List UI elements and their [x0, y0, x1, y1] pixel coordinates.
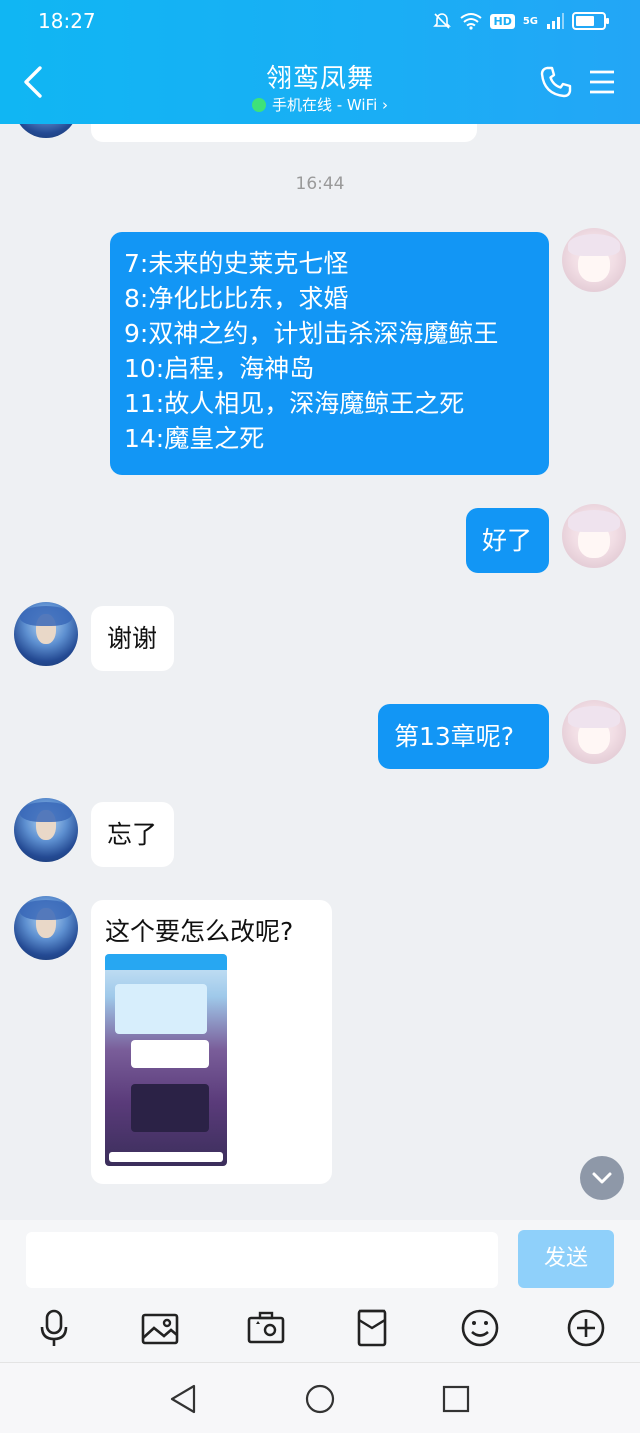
thumb-image — [115, 984, 207, 1034]
thumb-image — [131, 1084, 209, 1132]
message-bubble-ch13[interactable]: 第13章呢? — [378, 704, 549, 769]
chat-area[interactable]: 16:44 7:未来的史莱克七怪 8:净化比比东，求婚 9:双神之约，计划击杀深… — [0, 124, 640, 1220]
contact-avatar[interactable] — [14, 798, 78, 862]
chevron-down-icon — [592, 1172, 612, 1184]
header: 18:27 HD 5G 翎鸾凤舞 手机在线 - WiFi › — [0, 0, 640, 124]
contact-avatar[interactable] — [14, 124, 78, 138]
message-text: 这个要怎么改呢? — [105, 917, 294, 946]
emoji-icon[interactable] — [460, 1308, 500, 1348]
mic-icon[interactable] — [34, 1308, 74, 1348]
online-dot — [251, 98, 266, 112]
nav-recents-icon[interactable] — [440, 1383, 472, 1415]
screenshot-thumbnail[interactable] — [105, 954, 227, 1166]
message-input[interactable] — [26, 1232, 498, 1288]
self-avatar[interactable] — [562, 504, 626, 568]
message-bubble-partial[interactable] — [91, 124, 477, 142]
mute-icon — [433, 13, 452, 29]
hd-badge: HD — [490, 13, 515, 29]
camera-icon[interactable] — [246, 1308, 286, 1348]
battery-icon — [572, 12, 609, 30]
message-line: 11:故人相见，深海魔鲸王之死 — [124, 389, 465, 418]
battery-fill — [576, 16, 595, 26]
status-icons: HD 5G — [432, 10, 609, 32]
system-nav-bar — [0, 1362, 640, 1433]
input-area: 发送 — [0, 1220, 640, 1362]
message-bubble-image[interactable]: 这个要怎么改呢? — [91, 900, 332, 1184]
wifi-icon — [460, 13, 483, 30]
message-line: 8:净化比比东，求婚 — [124, 284, 349, 313]
scroll-to-bottom-button[interactable] — [580, 1156, 624, 1200]
status-time: 18:27 — [38, 9, 96, 33]
contact-avatar[interactable] — [14, 896, 78, 960]
self-avatar[interactable] — [562, 700, 626, 764]
thumb-input — [109, 1152, 223, 1162]
network-label: 5G — [522, 15, 538, 27]
message-bubble-thanks[interactable]: 谢谢 — [91, 606, 174, 671]
message-line: 10:启程，海神岛 — [124, 354, 315, 383]
contact-avatar[interactable] — [14, 602, 78, 666]
send-button[interactable]: 发送 — [518, 1230, 614, 1288]
message-bubble-forgot[interactable]: 忘了 — [91, 802, 174, 867]
plus-icon[interactable] — [566, 1308, 606, 1348]
nav-home-icon[interactable] — [304, 1383, 336, 1415]
status-bar: 18:27 HD 5G — [0, 0, 640, 44]
subtitle-text: 手机在线 - WiFi › — [271, 96, 389, 114]
signal-icon — [547, 13, 564, 29]
message-bubble-list[interactable]: 7:未来的史莱克七怪 8:净化比比东，求婚 9:双神之约，计划击杀深海魔鲸王 1… — [110, 232, 549, 475]
message-line: 9:双神之约，计划击杀深海魔鲸王 — [124, 319, 499, 348]
image-icon[interactable] — [140, 1308, 180, 1348]
nav-back-icon[interactable] — [168, 1383, 200, 1415]
message-line: 14:魔皇之死 — [124, 424, 265, 453]
message-line: 7:未来的史莱克七怪 — [124, 249, 349, 278]
red-packet-icon[interactable] — [352, 1308, 392, 1348]
thumb-bubble — [131, 1040, 209, 1068]
message-bubble-ok[interactable]: 好了 — [466, 508, 549, 573]
phone-call-button[interactable] — [538, 64, 574, 100]
thumb-header — [105, 954, 227, 970]
chat-timestamp: 16:44 — [295, 174, 345, 194]
menu-button[interactable] — [588, 68, 616, 96]
self-avatar[interactable] — [562, 228, 626, 292]
